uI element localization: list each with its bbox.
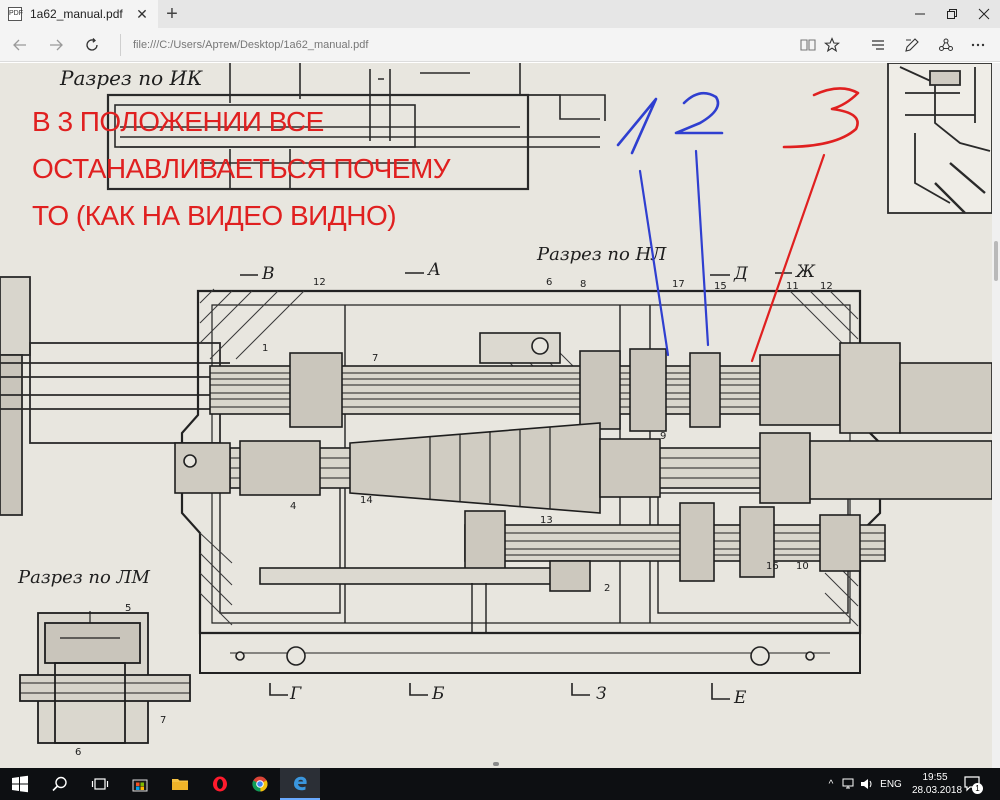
restore-button[interactable] [936,0,968,28]
cut-letter-zh: Ж [795,262,816,282]
part-number-4: 4 [290,501,296,512]
part-number-15: 15 [714,281,727,292]
navigation-bar: file:///C:/Users/Артем/Desktop/1a62_manu… [0,28,1000,62]
clock[interactable]: 19:55 28.03.2018 [912,771,963,797]
cut-letter-v: В [261,264,275,284]
chevron-up-icon[interactable]: ^ [822,779,840,790]
chrome-icon [252,776,268,792]
annotation-line-3: ТО (КАК НА ВИДЕО ВИДНО) [32,200,397,231]
part-number-9: 9 [660,431,666,442]
browser-tab[interactable]: PDF 1a62_manual.pdf ✕ [0,0,158,28]
window-controls [904,0,1000,28]
part-number-6: 6 [546,277,552,288]
title-bar: PDF 1a62_manual.pdf ✕ + [0,0,1000,28]
part-number-17: 17 [672,279,685,290]
pen-note-icon [905,38,919,52]
clock-date: 28.03.2018 [912,785,963,796]
share-icon [939,38,953,51]
part-number-12: 12 [313,277,326,288]
edge-icon [294,776,307,791]
section-label-lm: Разрез по ЛМ [17,567,151,588]
cut-letter-d: Д [733,264,749,284]
hub-button[interactable] [866,33,890,57]
more-button[interactable] [966,33,990,57]
part-number-12b: 12 [820,281,833,292]
search-button[interactable] [40,768,80,800]
edge-app[interactable] [280,768,320,800]
book-icon [800,39,816,51]
language-indicator[interactable]: ENG [876,779,906,790]
task-view-icon [91,778,109,790]
part-number-7: 7 [372,353,378,364]
cut-letter-b: Б [431,684,445,704]
arrow-right-icon [50,39,63,51]
store-app[interactable] [120,768,160,800]
action-center-button[interactable]: 1 [962,774,983,794]
vertical-scrollbar[interactable] [992,63,1000,768]
annotation-line-2: ОСТАНАВЛИВАЕТЬСЯ ПОЧЕМУ [32,153,451,184]
part-number-7b: 7 [160,715,166,726]
part-number-11: 11 [786,281,799,292]
tab-close-icon[interactable]: ✕ [134,6,150,22]
section-label-nl: Разрез по НЛ [536,244,667,265]
chrome-app[interactable] [240,768,280,800]
part-number-6b: 6 [75,747,81,758]
notification-count: 1 [972,783,983,794]
star-icon [824,37,840,53]
system-tray: ^ ENG [822,768,906,800]
minimize-button[interactable] [904,0,936,28]
store-icon [132,779,148,792]
favorite-button[interactable] [820,33,844,57]
folder-icon [172,779,188,790]
part-number-14: 14 [360,495,373,506]
arrow-left-icon [13,39,26,51]
address-text: file:///C:/Users/Артем/Desktop/1a62_manu… [133,39,369,51]
part-number-2: 2 [604,583,610,594]
part-number-10: 10 [796,561,809,572]
horizontal-scroll-indicator[interactable] [493,762,499,766]
cut-letter-a: А [427,260,441,280]
back-button[interactable] [8,33,32,57]
file-explorer-app[interactable] [160,768,200,800]
forward-button[interactable] [44,33,68,57]
new-tab-button[interactable]: + [160,2,184,26]
address-bar[interactable]: file:///C:/Users/Артем/Desktop/1a62_manu… [120,34,790,56]
refresh-icon [86,38,98,51]
opera-app[interactable] [200,768,240,800]
annotation-line-1: В 3 ПОЛОЖЕНИИ ВСЕ [32,106,324,137]
speaker-icon[interactable] [858,778,876,790]
pdf-file-icon: PDF [8,7,23,21]
start-button[interactable] [0,768,40,800]
cut-letter-e: Е [733,688,747,708]
scrollbar-thumb[interactable] [994,241,998,281]
part-number-13: 13 [540,515,553,526]
section-label-ik: Разрез по ИК [59,66,203,90]
web-note-button[interactable] [900,33,924,57]
hub-icon [872,40,884,50]
part-number-1: 1 [262,343,268,354]
part-number-5: 5 [125,603,131,614]
more-icon [971,43,985,47]
annotation-text: В 3 ПОЛОЖЕНИИ ВСЕ ОСТАНАВЛИВАЕТЬСЯ ПОЧЕМ… [32,98,552,239]
tab-title: 1a62_manual.pdf [30,7,123,21]
opera-icon [213,776,227,792]
share-button[interactable] [934,33,958,57]
close-window-button[interactable] [968,0,1000,28]
top-right-detail [887,63,992,214]
clock-time: 19:55 [922,772,948,783]
windows-logo-icon [12,775,28,793]
taskbar: ^ ENG 19:55 28.03.2018 1 [0,768,1000,800]
reading-view-button[interactable] [796,33,820,57]
cut-letter-z: З [596,684,607,704]
search-icon [52,776,67,792]
refresh-button[interactable] [80,33,104,57]
network-icon[interactable] [840,778,858,790]
part-number-8: 8 [580,279,586,290]
pdf-viewer[interactable]: Разрез по ИК Разрез по НЛ Разрез по ЛМ В… [0,63,992,768]
cut-letter-g: Г [289,684,302,704]
part-number-16: 16 [766,561,779,572]
task-view-button[interactable] [80,768,120,800]
